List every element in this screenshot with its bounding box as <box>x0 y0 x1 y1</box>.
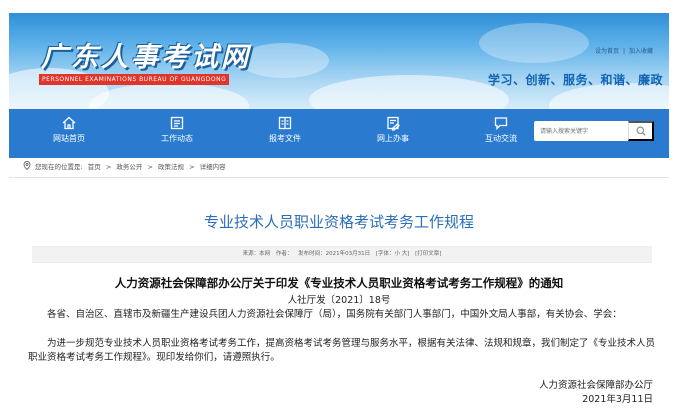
site-banner: 广东人事考试网 PERSONNEL EXAMINATIONS BUREAU OF… <box>9 13 669 109</box>
site-logo-subtitle: PERSONNEL EXAMINATIONS BUREAU OF GUANGDO… <box>39 74 230 85</box>
breadcrumb-prefix: 您现在的位置是: <box>35 163 83 171</box>
nav-label-news: 工作动态 <box>161 134 193 143</box>
article-meta: 来源：本网 作者： 发布时间：2021年03月31日 [字体：小 大] [打印文… <box>32 246 652 263</box>
site-slogan: 学习、创新、服务、和谐、廉政 <box>487 73 663 87</box>
site-logo-title[interactable]: 广东人事考试网 <box>41 35 251 74</box>
meta-source: 来源：本网 <box>242 251 271 257</box>
page-title: 专业技术人员职业资格考试考务工作规程 <box>203 213 474 231</box>
breadcrumb: 您现在的位置是: 首页 > 政务公开 > 政策法规 > 详细内容 <box>23 160 226 174</box>
main-nav: 网站首页 工作动态 报考文件 网上办事 互动交流 <box>9 109 669 158</box>
location-pin-icon <box>23 161 31 171</box>
notice-title: 人力资源社会保障部办公厅关于印发《专业技术人员职业资格考试考务工作规程》的通知 <box>114 276 564 290</box>
home-icon <box>62 116 76 130</box>
add-favorite-link[interactable]: 加入收藏 <box>629 48 653 55</box>
set-homepage-link[interactable]: 设为首页 <box>595 48 619 55</box>
news-icon <box>170 116 184 130</box>
nav-item-online-service[interactable]: 网上办事 <box>343 109 443 158</box>
article-paragraph: 各省、自治区、直辖市及新疆生产建设兵团人力资源社会保障厅（局），国务院有关部门人… <box>47 309 622 320</box>
print-article-link[interactable]: [打印文章] <box>415 251 441 257</box>
nav-item-news[interactable]: 工作动态 <box>127 109 227 158</box>
nav-item-home[interactable]: 网站首页 <box>19 109 119 158</box>
article-paragraph: 为进一步规范专业技术人员职业资格考试考务工作，提高资格考试考务管理与服务水平，根… <box>28 338 656 363</box>
chat-icon <box>494 117 508 131</box>
breadcrumb-policy[interactable]: 政策法规 <box>158 163 184 171</box>
breadcrumb-separator: > <box>189 163 195 171</box>
breadcrumb-home[interactable]: 首页 <box>88 163 101 171</box>
top-links: 设为首页 | 加入收藏 <box>593 46 655 55</box>
search-button[interactable] <box>628 121 654 141</box>
meta-author: 作者： <box>275 251 293 257</box>
breadcrumb-current: 详细内容 <box>199 163 226 171</box>
top-links-separator: | <box>622 48 625 55</box>
online-service-icon <box>387 116 400 131</box>
sign-date: 2021年3月11日 <box>582 394 653 405</box>
nav-label-home: 网站首页 <box>53 134 85 143</box>
breadcrumb-separator: > <box>147 163 153 171</box>
page: 广东人事考试网 PERSONNEL EXAMINATIONS BUREAU OF… <box>9 13 669 408</box>
search-box <box>534 121 654 141</box>
doc-number: 人社厅发〔2021〕18号 <box>287 295 391 306</box>
meta-date: 发布时间：2021年03月31日 <box>298 251 371 257</box>
font-size-toggle[interactable]: [字体：小 大] <box>376 251 410 257</box>
nav-label-online-service: 网上办事 <box>377 134 409 143</box>
signature: 人力资源社会保障部办公厅 <box>538 380 653 391</box>
search-icon <box>636 126 646 136</box>
search-input[interactable] <box>534 121 624 141</box>
divider <box>9 177 669 178</box>
nav-label-exam-docs: 报考文件 <box>269 134 301 143</box>
nav-item-exam-docs[interactable]: 报考文件 <box>235 109 335 158</box>
document-icon <box>278 116 292 130</box>
breadcrumb-separator: > <box>105 163 112 171</box>
breadcrumb-gov-affairs[interactable]: 政务公开 <box>116 163 142 171</box>
